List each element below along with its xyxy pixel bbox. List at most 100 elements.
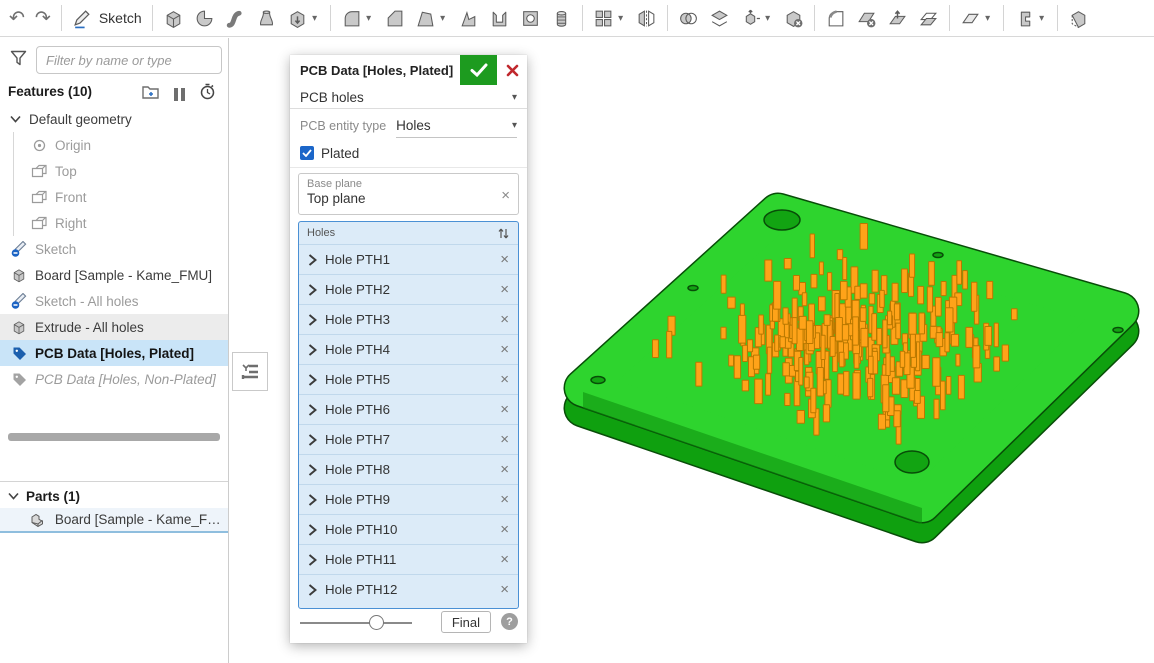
chevron-right-icon[interactable] (308, 434, 317, 446)
base-plane-selector[interactable]: Base plane Top plane × (298, 173, 519, 215)
linear-pattern-button[interactable]: ▾ (588, 2, 631, 34)
extrude-button[interactable] (158, 2, 189, 34)
chevron-right-icon[interactable] (308, 584, 317, 596)
plated-checkbox-row[interactable]: Plated (300, 143, 359, 163)
chevron-right-icon[interactable] (308, 524, 317, 536)
feature-item-pcb-data-holes-plated-[interactable]: PCB Data [Holes, Plated] (0, 340, 228, 366)
hole-list-item[interactable]: Hole PTH6× (299, 394, 518, 424)
commit-button[interactable] (460, 55, 497, 85)
rib-button[interactable] (453, 2, 484, 34)
chamfer-button[interactable] (379, 2, 410, 34)
part-item-board[interactable]: Board [Sample - Kame_FM... (0, 508, 228, 533)
draft-button[interactable]: ▾ (410, 2, 453, 34)
sweep-button[interactable] (220, 2, 251, 34)
chevron-right-icon[interactable] (308, 494, 317, 506)
feature-item-extrude-all-holes[interactable]: Extrude - All holes (0, 314, 228, 340)
remove-hole-icon[interactable]: × (500, 522, 509, 537)
thread-button[interactable] (546, 2, 577, 34)
hole-list-item[interactable]: Hole PTH9× (299, 484, 518, 514)
feature-item-sketch-all-holes[interactable]: Sketch - All holes (0, 288, 228, 314)
offset-surface-button[interactable] (913, 2, 944, 34)
hole-list-item[interactable]: Hole PTH2× (299, 274, 518, 304)
undo-button[interactable]: ↶ (4, 2, 30, 34)
preview-slider-handle[interactable] (369, 615, 384, 630)
tree-group-default-geometry[interactable]: Default geometry (0, 106, 228, 132)
boolean-button[interactable] (673, 2, 704, 34)
pcb-holes-dropdown[interactable]: PCB holes ▾ (290, 86, 527, 109)
remove-hole-icon[interactable]: × (500, 342, 509, 357)
remove-hole-icon[interactable]: × (500, 252, 509, 267)
chevron-right-icon[interactable] (308, 314, 317, 326)
hole-list-item[interactable]: Hole PTH3× (299, 304, 518, 334)
modify-fillet-button[interactable] (820, 2, 851, 34)
sort-icon[interactable] (497, 227, 510, 240)
hole-list-item[interactable]: Hole PTH10× (299, 514, 518, 544)
remove-hole-icon[interactable]: × (500, 552, 509, 567)
chevron-right-icon[interactable] (308, 464, 317, 476)
transform-button[interactable]: ▾ (735, 2, 778, 34)
parts-header[interactable]: Parts (1) (0, 484, 228, 508)
hole-list-item[interactable]: Hole PTH7× (299, 424, 518, 454)
new-folder-icon[interactable] (142, 84, 160, 104)
final-button[interactable]: Final (441, 611, 491, 633)
thicken-button[interactable]: ▾ (282, 2, 325, 34)
feature-item-board-sample-kame-fmu-[interactable]: Board [Sample - Kame_FMU] (0, 262, 228, 288)
chevron-right-icon[interactable] (308, 554, 317, 566)
hole-list-item[interactable]: Hole PTH1× (299, 244, 518, 274)
feature-item-origin[interactable]: Origin (0, 132, 228, 158)
feature-list-flyout-button[interactable] (232, 352, 268, 391)
redo-button[interactable]: ↷ (30, 2, 56, 34)
remove-hole-icon[interactable]: × (500, 372, 509, 387)
loft-button[interactable] (251, 2, 282, 34)
suspend-rebuild-icon[interactable] (174, 88, 185, 101)
feature-item-sketch[interactable]: Sketch (0, 236, 228, 262)
chevron-right-icon[interactable] (308, 254, 317, 266)
move-face-button[interactable] (882, 2, 913, 34)
remove-hole-icon[interactable]: × (500, 312, 509, 327)
chevron-right-icon[interactable] (308, 344, 317, 356)
clear-base-plane-icon[interactable]: × (501, 188, 510, 203)
fillet-button[interactable]: ▾ (336, 2, 379, 34)
remove-hole-icon[interactable]: × (500, 432, 509, 447)
delete-face-button[interactable] (851, 2, 882, 34)
hole-button[interactable] (515, 2, 546, 34)
feature-item-right[interactable]: Right (0, 210, 228, 236)
hole-list-item[interactable]: Hole PTH12× (299, 574, 518, 604)
sketch-button[interactable]: Sketch (67, 2, 147, 34)
hole-list-item[interactable]: Hole PTH5× (299, 364, 518, 394)
pcb-board-3d-model[interactable] (534, 170, 1154, 600)
cancel-button[interactable] (497, 55, 527, 85)
dialog-header[interactable]: PCB Data [Holes, Plated] (290, 55, 527, 85)
sheet-metal-button[interactable]: ▾ (1009, 2, 1052, 34)
hole-list-item[interactable]: Hole PTH4× (299, 334, 518, 364)
hole-list-item[interactable]: Hole PTH8× (299, 454, 518, 484)
revolve-icon (194, 8, 215, 29)
remove-hole-icon[interactable]: × (500, 282, 509, 297)
remove-hole-icon[interactable]: × (500, 582, 509, 597)
rebuild-time-icon[interactable] (199, 83, 216, 105)
preview-slider[interactable] (300, 622, 412, 624)
filter-input[interactable] (36, 46, 222, 74)
chevron-right-icon[interactable] (308, 404, 317, 416)
shell-button[interactable] (484, 2, 515, 34)
pcb-entity-type-dropdown[interactable]: Holes ▾ (396, 114, 517, 138)
remove-hole-icon[interactable]: × (500, 402, 509, 417)
feature-item-top[interactable]: Top (0, 158, 228, 184)
hole-list-item[interactable]: Hole PTH11× (299, 544, 518, 574)
rollback-bar[interactable] (8, 433, 220, 441)
enclose-button[interactable] (1063, 2, 1094, 34)
revolve-button[interactable] (189, 2, 220, 34)
plane-button[interactable]: ▾ (955, 2, 998, 34)
remove-hole-icon[interactable]: × (500, 492, 509, 507)
chevron-right-icon[interactable] (308, 284, 317, 296)
plated-checkbox[interactable] (300, 146, 314, 160)
feature-item-pcb-data-holes-non-plated-[interactable]: PCB Data [Holes, Non-Plated] (0, 366, 228, 392)
filter-icon[interactable] (10, 50, 27, 72)
chevron-right-icon[interactable] (308, 374, 317, 386)
mirror-button[interactable] (631, 2, 662, 34)
delete-part-button[interactable] (778, 2, 809, 34)
remove-hole-icon[interactable]: × (500, 462, 509, 477)
help-icon[interactable]: ? (501, 613, 518, 630)
feature-item-front[interactable]: Front (0, 184, 228, 210)
split-button[interactable] (704, 2, 735, 34)
